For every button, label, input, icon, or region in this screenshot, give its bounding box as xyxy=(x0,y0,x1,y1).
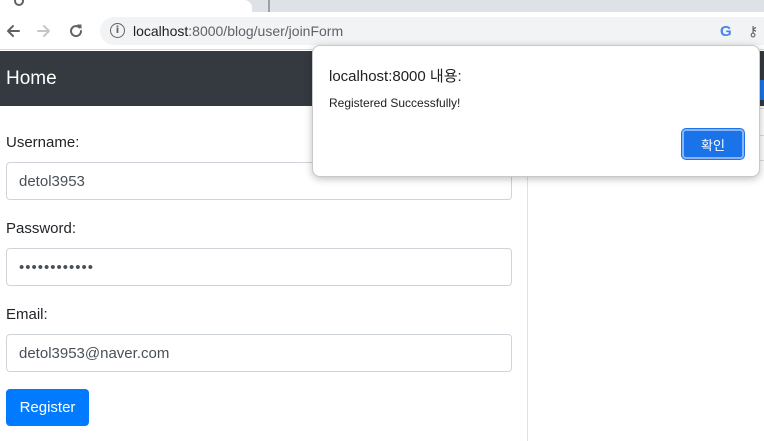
address-bar[interactable]: i localhost:8000/blog/user/joinForm G ⚷ xyxy=(100,17,764,45)
register-button[interactable]: Register xyxy=(6,389,89,426)
alert-dialog: localhost:8000 내용: Registered Successful… xyxy=(312,45,760,177)
email-input[interactable]: detol3953@naver.com xyxy=(6,334,512,372)
url-host: localhost xyxy=(133,23,189,39)
tab-loading-icon xyxy=(14,0,24,6)
info-icon[interactable]: i xyxy=(110,23,125,38)
username-label: Username: xyxy=(6,134,80,151)
browser-tab-active[interactable] xyxy=(0,0,252,12)
email-label: Email: xyxy=(6,306,48,323)
dialog-title: localhost:8000 내용: xyxy=(329,68,462,85)
dialog-ok-button[interactable]: 확인 xyxy=(682,129,744,159)
password-label: Password: xyxy=(6,220,77,237)
forward-arrow-icon[interactable] xyxy=(33,20,55,42)
dialog-message: Registered Successfully! xyxy=(329,96,461,110)
password-input[interactable]: •••••••••••• xyxy=(6,248,512,286)
key-icon[interactable]: ⚷ xyxy=(748,24,758,40)
reload-icon[interactable] xyxy=(65,20,87,42)
google-icon[interactable]: G xyxy=(720,23,732,40)
browser-tabstrip xyxy=(0,0,764,12)
url-path: :8000/blog/user/joinForm xyxy=(188,23,344,39)
back-arrow-icon[interactable] xyxy=(2,20,24,42)
address-url[interactable]: localhost:8000/blog/user/joinForm xyxy=(133,23,343,39)
navbar-brand-link[interactable]: Home xyxy=(6,68,57,90)
tab-separator xyxy=(268,0,270,12)
